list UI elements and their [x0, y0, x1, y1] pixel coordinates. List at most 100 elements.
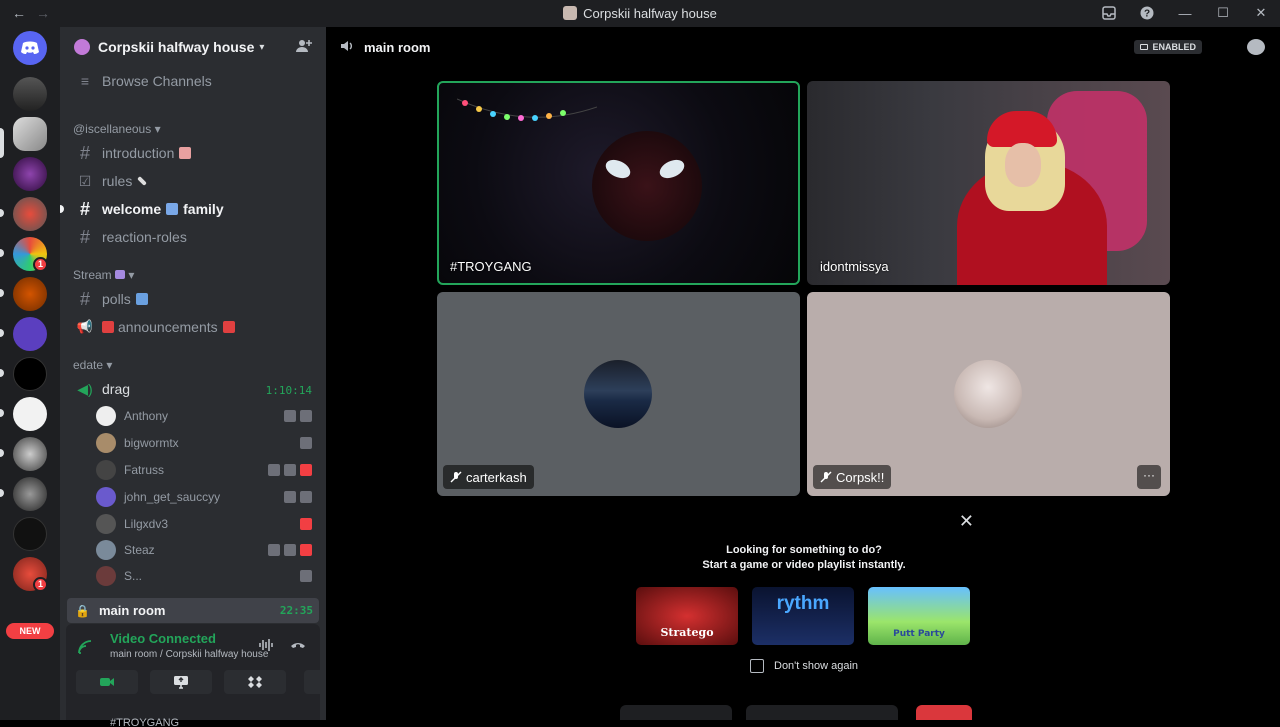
unread-pip	[0, 289, 4, 297]
activity-card-putt-party[interactable]: Putt Party	[868, 587, 970, 645]
activity-card-rythm[interactable]: rythm	[752, 587, 854, 645]
voice-user[interactable]: john_get_sauccyy	[96, 485, 320, 509]
video-tile[interactable]: #TROYGANG	[437, 81, 800, 285]
channel-polls[interactable]: # polls	[68, 286, 318, 312]
history-nav: ← →	[12, 5, 50, 21]
voice-user-name: Fatruss	[124, 463, 165, 477]
noise-suppression-icon[interactable]	[258, 638, 274, 655]
window-title: Corpskii halfway house	[0, 6, 1280, 21]
server-icon-script[interactable]	[13, 397, 47, 431]
server-icon-person[interactable]	[13, 477, 47, 511]
back-arrow-icon[interactable]: ←	[12, 5, 26, 21]
chat-bubble-icon[interactable]	[1247, 39, 1265, 55]
category-stream[interactable]: Stream ▾	[73, 268, 134, 282]
voice-user[interactable]: Lilgxdv3	[96, 512, 320, 536]
masked-face	[592, 131, 702, 241]
deafened-icon	[300, 410, 312, 422]
dont-show-again[interactable]: Don't show again	[750, 659, 858, 673]
server-deafened-icon	[300, 518, 312, 530]
mic-muted-icon	[450, 471, 462, 483]
server-icon-shield[interactable]	[13, 197, 47, 231]
invite-people-icon[interactable]	[296, 38, 314, 56]
mic-muted-icon	[284, 410, 296, 422]
maximize-button[interactable]: ☐	[1214, 4, 1232, 22]
help-icon[interactable]: ?	[1138, 4, 1156, 22]
avatar	[96, 433, 116, 453]
activity-card-label: Putt Party	[893, 629, 945, 639]
voice-timer: 1:10:14	[265, 384, 312, 397]
voice-user[interactable]: S...	[96, 564, 320, 588]
voice-user[interactable]: Fatruss	[96, 458, 320, 482]
server-icon-andii[interactable]	[13, 317, 47, 351]
avatar	[96, 514, 116, 534]
screen-share-button[interactable]	[150, 670, 212, 694]
avatar	[96, 460, 116, 480]
mention-badge: 1	[33, 257, 48, 272]
unread-pip	[0, 449, 4, 457]
new-unreads-pill[interactable]: NEW	[6, 623, 54, 639]
close-window-button[interactable]: ✕	[1252, 4, 1270, 22]
close-icon[interactable]: ✕	[959, 511, 974, 532]
activity-card-label: rythm	[776, 593, 830, 614]
room-title: main room	[364, 39, 431, 55]
inbox-icon[interactable]	[1100, 4, 1118, 22]
chevron-down-icon: ▾	[259, 41, 265, 53]
avatar	[954, 360, 1022, 428]
voice-user[interactable]: bigwormtx	[96, 431, 320, 455]
unread-pip	[0, 369, 4, 377]
activity-subline: Start a game or video playlist instantly…	[702, 559, 906, 571]
avatar	[96, 566, 116, 586]
server-icon-logo[interactable]	[13, 357, 47, 391]
server-icon-face[interactable]	[13, 437, 47, 471]
video-tile[interactable]: carterkash	[437, 292, 800, 496]
voice-user[interactable]: Anthony	[96, 404, 320, 428]
voice-connection-panel: Video Connected main room / Corpskii hal…	[66, 624, 320, 720]
voice-user-name: S...	[124, 569, 143, 583]
video-tile[interactable]: idontmissya	[807, 81, 1170, 285]
channel-reaction-roles[interactable]: # reaction-roles	[68, 224, 318, 250]
server-icon-gewn[interactable]	[13, 517, 47, 551]
activities-button[interactable]	[224, 670, 286, 694]
voice-channel-main-room[interactable]: 🔒 main room 22:35	[67, 598, 319, 623]
lock-speaker-icon: 🔒	[75, 603, 90, 618]
channel-rules[interactable]: ☑ rules	[68, 168, 318, 194]
activity-card-stratego[interactable]: Stratego	[636, 587, 738, 645]
forward-arrow-icon[interactable]: →	[36, 5, 50, 21]
voice-status[interactable]: Video Connected	[110, 631, 216, 646]
channel-announcements[interactable]: 📢 announcements	[68, 314, 318, 340]
window-title-text: Corpskii halfway house	[583, 6, 717, 21]
checkbox[interactable]	[750, 659, 764, 673]
disconnect-icon[interactable]	[290, 638, 306, 655]
rules-checkbox-icon: ☑	[78, 172, 92, 189]
video-tile[interactable]: Corpsk!! ···	[807, 292, 1170, 496]
voice-user-status	[268, 464, 312, 476]
category-miscellaneous[interactable]: @iscellaneous ▾	[73, 122, 161, 136]
discord-home-icon[interactable]	[13, 31, 47, 65]
camera-button[interactable]	[76, 670, 138, 694]
megaphone-icon: 📢	[76, 319, 94, 334]
voice-user[interactable]: Steaz	[96, 538, 320, 562]
hash-icon: #	[79, 142, 90, 163]
voice-user-name: Lilgxdv3	[124, 517, 169, 531]
participant-name: Corpsk!!	[836, 469, 885, 485]
unread-pip	[0, 209, 4, 217]
streamer-face	[1005, 143, 1041, 187]
deafened-icon	[284, 544, 296, 556]
enabled-badge[interactable]: ENABLED	[1134, 40, 1202, 54]
server-icon-avatar[interactable]	[13, 277, 47, 311]
voice-location[interactable]: main room / Corpskii halfway house	[110, 649, 268, 660]
category-edate[interactable]: edate ▾	[73, 358, 112, 372]
server-icon-purple[interactable]	[13, 157, 47, 191]
pencil-emoji-icon	[137, 176, 148, 186]
category-label: edate	[73, 358, 104, 372]
server-icon-corpskii[interactable]	[13, 117, 47, 151]
channel-introduction[interactable]: # introduction	[68, 140, 318, 166]
browse-channels[interactable]: ≡ Browse Channels	[68, 68, 318, 94]
minimize-button[interactable]: —	[1176, 4, 1194, 22]
signal-icon[interactable]	[78, 640, 94, 657]
more-options-button[interactable]: ···	[1137, 465, 1161, 489]
channel-welcome-family[interactable]: # welcome family	[68, 196, 318, 222]
server-header[interactable]: Corpskii halfway house ▾	[60, 27, 326, 67]
siren-emoji-icon	[102, 321, 114, 333]
server-icon-car[interactable]	[13, 77, 47, 111]
